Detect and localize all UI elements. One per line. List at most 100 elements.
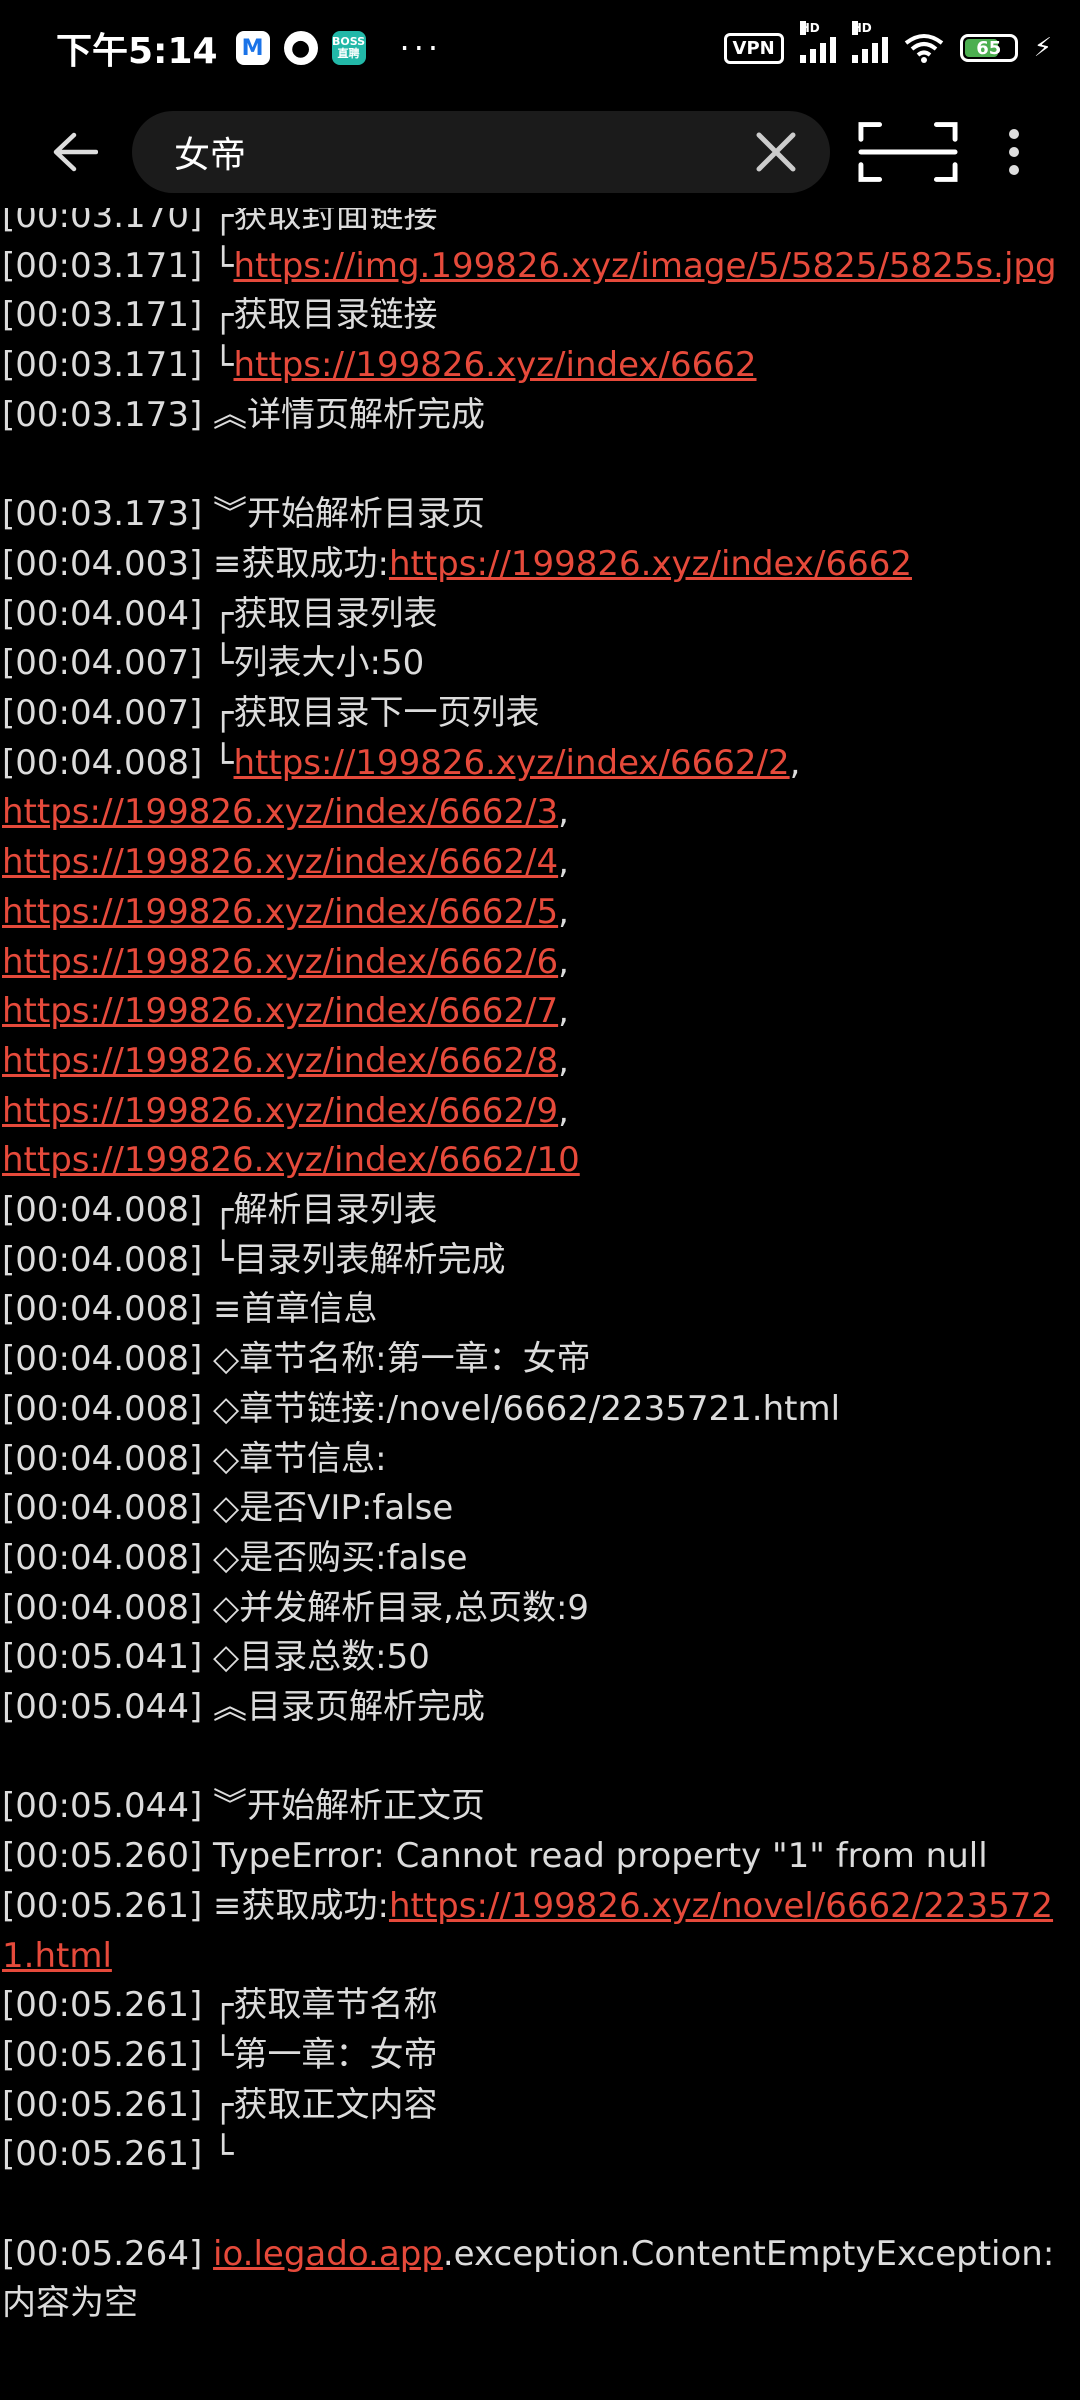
log-text-after: , xyxy=(789,742,801,783)
log-line: [00:03.171] └https://img.199826.xyz/imag… xyxy=(2,242,1078,292)
log-text: [00:05.261] └第一章：女帝 xyxy=(2,2034,438,2075)
gmail-icon: M xyxy=(235,31,270,65)
log-text: [00:04.007] └列表大小:50 xyxy=(2,643,425,684)
log-line: [00:04.008] ┌解析目录列表 xyxy=(2,1186,1078,1236)
status-time: 下午5:14 xyxy=(56,31,218,72)
log-link[interactable]: https://199826.xyz/index/6662/4 xyxy=(2,842,558,882)
log-link[interactable]: https://199826.xyz/index/6662/5 xyxy=(2,892,558,932)
log-line: [00:04.003] ≡获取成功:https://199826.xyz/ind… xyxy=(2,540,1078,590)
log-text-after: , xyxy=(558,792,569,833)
log-link[interactable]: https://199826.xyz/index/6662 xyxy=(389,544,912,584)
log-line: [00:04.008] └目录列表解析完成 xyxy=(2,1236,1078,1286)
log-line: [00:04.008] ◇章节信息: xyxy=(2,1435,1078,1485)
charging-icon: ⚡ xyxy=(1033,33,1052,63)
search-field[interactable]: 女帝 xyxy=(132,111,830,193)
signal-2-icon: HD xyxy=(851,21,888,63)
log-line: [00:04.007] ┌获取目录下一页列表 xyxy=(2,689,1078,739)
log-line: [00:04.008] ◇章节链接:/novel/6662/2235721.ht… xyxy=(2,1385,1078,1435)
back-button[interactable] xyxy=(40,117,110,187)
log-text: [00:03.171] ┌获取目录链接 xyxy=(2,295,438,336)
log-text: [00:04.003] ≡获取成功: xyxy=(2,543,389,584)
log-text: [00:03.171] └ xyxy=(2,245,234,286)
status-right: VPN HD HD 65 ⚡ xyxy=(723,21,1052,64)
arrow-left-icon xyxy=(53,132,98,172)
log-text: [00:04.008] ◇章节链接:/novel/6662/2235721.ht… xyxy=(2,1388,841,1429)
log-line: [00:05.261] ≡获取成功:https://199826.xyz/nov… xyxy=(2,1882,1078,1981)
scan-icon xyxy=(858,122,958,182)
log-line: [00:05.261] ┌获取正文内容 xyxy=(2,2081,1078,2131)
log-blank-line xyxy=(2,2180,1078,2230)
log-line: [00:04.007] └列表大小:50 xyxy=(2,639,1078,689)
log-line: https://199826.xyz/index/6662/6, xyxy=(2,938,1078,988)
log-text: [00:03.173] ︾开始解析目录页 xyxy=(2,494,486,535)
log-link[interactable]: https://199826.xyz/index/6662/8 xyxy=(2,1041,558,1081)
log-text: [00:05.044] ︽目录页解析完成 xyxy=(2,1687,486,1728)
log-line: https://199826.xyz/index/6662/7, xyxy=(2,987,1078,1037)
log-text: [00:04.008] ◇章节名称:第一章：女帝 xyxy=(2,1339,591,1380)
clear-button[interactable] xyxy=(752,128,800,176)
log-line: https://199826.xyz/index/6662/4, xyxy=(2,838,1078,888)
log-line: [00:05.044] ︾开始解析正文页 xyxy=(2,1782,1078,1832)
log-text: [00:05.044] ︾开始解析正文页 xyxy=(2,1786,486,1827)
log-link[interactable]: https://199826.xyz/index/6662/10 xyxy=(2,1140,580,1180)
log-line: https://199826.xyz/index/6662/3, xyxy=(2,788,1078,838)
log-text-after: , xyxy=(558,1090,569,1131)
log-line: [00:05.041] ◇目录总数:50 xyxy=(2,1633,1078,1683)
log-text: [00:04.004] ┌获取目录列表 xyxy=(2,593,438,634)
log-text-after: , xyxy=(558,842,569,883)
qq-icon: ● xyxy=(283,31,318,65)
log-link[interactable]: https://199826.xyz/index/6662/6 xyxy=(2,942,558,982)
log-line: [00:03.171] ┌获取目录链接 xyxy=(2,291,1078,341)
wifi-icon xyxy=(904,33,944,63)
log-text: [00:04.008] └ xyxy=(2,742,234,783)
more-options-button[interactable] xyxy=(984,112,1044,192)
log-line: [00:05.044] ︽目录页解析完成 xyxy=(2,1683,1078,1733)
log-text: [00:05.260] TypeError: Cannot read prope… xyxy=(2,1836,988,1877)
log-line: [00:03.173] ︽详情页解析完成 xyxy=(2,391,1078,441)
log-link[interactable]: https://199826.xyz/index/6662 xyxy=(234,345,757,385)
log-line: [00:05.261] ┌获取章节名称 xyxy=(2,1981,1078,2031)
log-text: [00:04.007] ┌获取目录下一页列表 xyxy=(2,693,540,734)
log-text: [00:03.173] ︽详情页解析完成 xyxy=(2,394,486,435)
boss-icon: BOSS 直聘 xyxy=(331,31,366,65)
log-text: [00:05.261] ┌获取正文内容 xyxy=(2,2084,438,2125)
log-line: [00:05.260] TypeError: Cannot read prope… xyxy=(2,1832,1078,1882)
log-link[interactable]: https://img.199826.xyz/image/5/5825/5825… xyxy=(234,246,1057,286)
log-link[interactable]: https://199826.xyz/index/6662/9 xyxy=(2,1091,558,1131)
log-link[interactable]: https://199826.xyz/index/6662/7 xyxy=(2,991,558,1031)
toolbar: 女帝 xyxy=(0,96,1080,208)
log-text-after: , xyxy=(558,891,569,932)
log-text: [00:04.008] ◇是否购买:false xyxy=(2,1537,468,1578)
log-line: [00:04.008] └https://199826.xyz/index/66… xyxy=(2,739,1078,789)
log-blank-line xyxy=(2,1733,1078,1783)
log-line: [00:05.261] └第一章：女帝 xyxy=(2,2031,1078,2081)
log-line: [00:03.173] ︾开始解析目录页 xyxy=(2,490,1078,540)
log-link[interactable]: https://199826.xyz/index/6662/3 xyxy=(2,792,558,832)
log-text: [00:05.261] ≡获取成功: xyxy=(2,1885,389,1926)
log-link[interactable]: https://199826.xyz/index/6662/2 xyxy=(234,743,790,783)
more-vert-icon xyxy=(1009,129,1019,175)
log-text: [00:04.008] └目录列表解析完成 xyxy=(2,1239,506,1280)
vpn-badge: VPN xyxy=(723,32,784,64)
log-line: [00:04.008] ◇是否购买:false xyxy=(2,1534,1078,1584)
log-line: [00:03.171] └https://199826.xyz/index/66… xyxy=(2,341,1078,391)
log-text: [00:05.261] ┌获取章节名称 xyxy=(2,1985,438,2026)
log-line: [00:04.008] ◇是否VIP:false xyxy=(2,1484,1078,1534)
search-input[interactable]: 女帝 xyxy=(174,126,752,178)
scan-button[interactable] xyxy=(858,112,958,192)
log-output[interactable]: [00:03.170] ┌获取封面链接 [00:03.171] └https://… xyxy=(0,208,1080,2400)
status-bar: 下午5:14 M ● BOSS 直聘 ··· VPN HD HD 65 ⚡ xyxy=(0,0,1080,96)
signal-1-icon: HD xyxy=(799,21,836,63)
log-line: https://199826.xyz/index/6662/5, xyxy=(2,888,1078,938)
log-text: [00:05.261] └ xyxy=(2,2134,234,2175)
log-line: [00:04.008] ≡首章信息 xyxy=(2,1285,1078,1335)
log-text: [00:05.041] ◇目录总数:50 xyxy=(2,1637,430,1678)
log-link[interactable]: io.legado.app xyxy=(213,2234,443,2274)
log-text-after: , xyxy=(558,941,569,982)
log-line: [00:04.008] ◇并发解析目录,总页数:9 xyxy=(2,1584,1078,1634)
log-text: [00:04.008] ◇是否VIP:false xyxy=(2,1488,454,1529)
log-blank-line xyxy=(2,441,1078,491)
log-line: [00:05.264] io.legado.app.exception.Cont… xyxy=(2,2230,1078,2329)
log-text: [00:04.008] ◇章节信息: xyxy=(2,1438,387,1479)
log-text: [00:04.008] ┌解析目录列表 xyxy=(2,1190,438,1231)
